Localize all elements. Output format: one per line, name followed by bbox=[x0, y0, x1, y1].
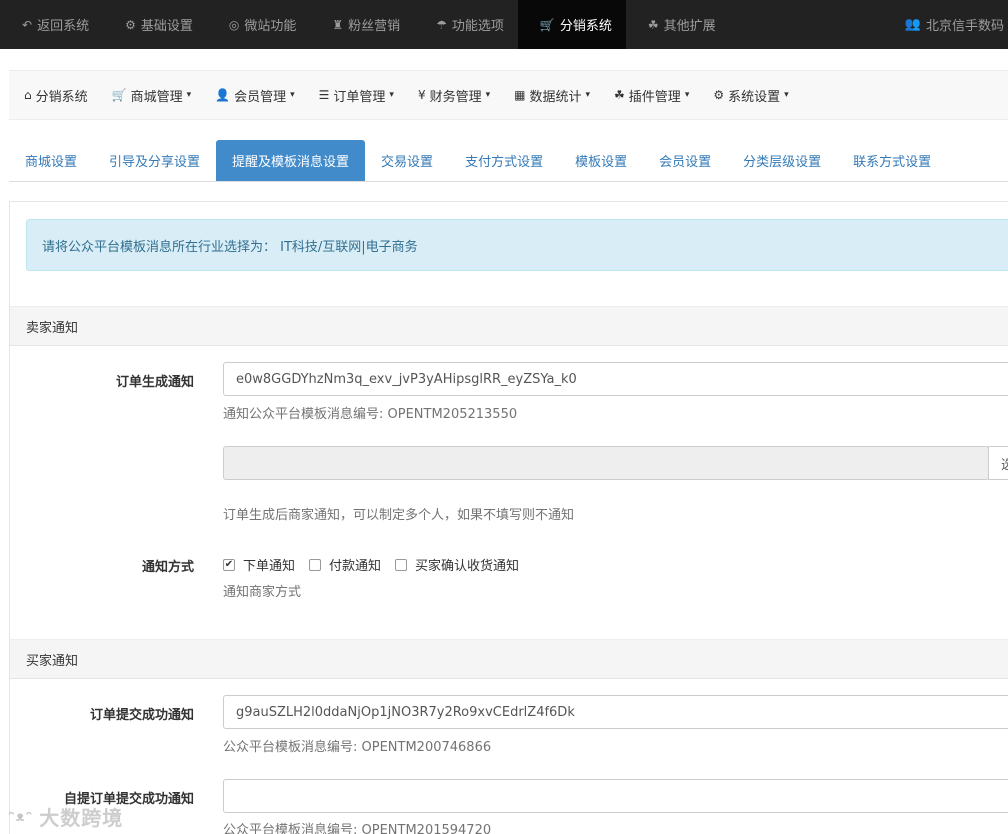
notify-method-label: 通知方式 bbox=[141, 560, 194, 575]
order-created-label: 订单生成通知 bbox=[115, 375, 194, 390]
back-icon: ↶ bbox=[22, 17, 33, 32]
topnav-other-extensions[interactable]: ☘ 其他扩展 bbox=[626, 0, 730, 49]
pickup-submitted-template-input[interactable] bbox=[223, 779, 1008, 813]
watermark-text: 大数跨境 bbox=[39, 806, 124, 830]
notify-payment-checkbox[interactable]: 付款通知 bbox=[309, 555, 381, 574]
watermark-logo-icon: ᵔᴥᵔ bbox=[8, 809, 34, 825]
topnav-distribution[interactable]: 🛒 分销系统 bbox=[517, 0, 626, 49]
mainnav-system-settings[interactable]: ⚙ 系统设置 ▾ bbox=[704, 70, 797, 120]
topnav-distribution-label: 分销系统 bbox=[559, 19, 612, 34]
notify-receipt-checkbox[interactable]: 买家确认收货通知 bbox=[395, 555, 519, 574]
order-submitted-help: 公众平台模板消息编号: OPENTM200746866 bbox=[223, 740, 492, 755]
topnav-function-options-label: 功能选项 bbox=[451, 19, 504, 34]
top-navbar: ↶ 返回系统 ⚙ 基础设置 ◎ 微站功能 ♜ 粉丝营销 ☂ 功能选项 🛒 分销系统 ☘ 其他扩… bbox=[0, 0, 1008, 49]
topnav-back[interactable]: ↶ 返回系统 bbox=[0, 0, 103, 49]
settings-tabs: 商城设置 引导及分享设置 提醒及模板消息设置 交易设置 支付方式设置 模板设置 … bbox=[9, 140, 1008, 182]
notify-order-checkbox[interactable]: ✔ 下单通知 bbox=[223, 555, 295, 574]
order-submitted-template-input[interactable]: g9auSZLH2l0ddaNjOp1jNO3R7y2Ro9xvCEdrlZ4f… bbox=[223, 695, 1008, 729]
chevron-down-icon: ▾ bbox=[485, 90, 491, 100]
mainnav-finance-management[interactable]: ¥ 财务管理 ▾ bbox=[409, 70, 499, 120]
mainnav-plugin-management-label: 插件管理 bbox=[628, 89, 681, 105]
topnav-fan-marketing[interactable]: ♜ 粉丝营销 bbox=[310, 0, 414, 49]
tab-category-level-settings[interactable]: 分类层级设置 bbox=[727, 140, 837, 181]
checkbox-checked[interactable]: ✔ bbox=[223, 558, 235, 571]
notify-payment-label: 付款通知 bbox=[329, 559, 382, 574]
tab-contact-settings[interactable]: 联系方式设置 bbox=[837, 140, 947, 181]
mainnav-order-management-label: 订单管理 bbox=[333, 89, 386, 105]
notify-receipt-label: 买家确认收货通知 bbox=[415, 559, 520, 574]
tab-member-settings[interactable]: 会员设置 bbox=[643, 140, 727, 181]
settings-panel: 请将公众平台模板消息所在行业选择为： IT科技/互联网|电子商务 卖家通知 订单… bbox=[9, 201, 1008, 834]
mainnav-finance-management-label: 财务管理 bbox=[429, 89, 482, 105]
gear-icon: ⚙ bbox=[125, 17, 136, 32]
mainnav-statistics[interactable]: ▦ 数据统计 ▾ bbox=[505, 70, 599, 120]
checkbox-unchecked[interactable] bbox=[309, 558, 322, 571]
mainnav-distribution[interactable]: ⌂ 分销系统 bbox=[15, 70, 97, 120]
topnav-basic-settings-label: 基础设置 bbox=[140, 19, 193, 34]
money-icon: ¥ bbox=[417, 88, 426, 102]
pickup-submitted-help: 公众平台模板消息编号: OPENTM201594720 bbox=[223, 823, 492, 834]
chevron-down-icon: ▾ bbox=[186, 90, 192, 100]
notify-order-label: 下单通知 bbox=[243, 559, 296, 574]
mainnav-system-settings-label: 系统设置 bbox=[728, 89, 781, 105]
cart-icon: 🛒 bbox=[111, 88, 127, 102]
notify-method-help: 通知商家方式 bbox=[223, 585, 302, 600]
tab-payment-settings[interactable]: 支付方式设置 bbox=[449, 140, 559, 181]
notify-method-options: ✔ 下单通知 付款通知 买家确认收货通知 bbox=[223, 555, 533, 574]
mainnav-mall-management-label: 商城管理 bbox=[130, 89, 183, 105]
topnav-micro-site-label: 微站功能 bbox=[244, 19, 297, 34]
chevron-down-icon: ▾ bbox=[784, 90, 789, 100]
user-icon: 👤 bbox=[215, 88, 231, 102]
order-submitted-label: 订单提交成功通知 bbox=[89, 708, 194, 723]
umbrella-icon: ☂ bbox=[436, 17, 447, 32]
mainnav-mall-management[interactable]: 🛒 商城管理 ▾ bbox=[103, 70, 201, 120]
mainnav-distribution-label: 分销系统 bbox=[35, 89, 88, 105]
checkbox-unchecked[interactable] bbox=[395, 558, 408, 571]
bar-chart-icon: ▦ bbox=[514, 88, 526, 102]
module-navbar: ⌂ 分销系统 🛒 商城管理 ▾ 👤 会员管理 ▾ ☰ 订单管理 ▾ ¥ 财务管理 ▾ ▦ 数据统计 ▾… bbox=[9, 70, 1008, 120]
tab-reminder-template-settings[interactable]: 提醒及模板消息设置 bbox=[216, 140, 366, 181]
tab-trade-settings[interactable]: 交易设置 bbox=[365, 140, 449, 181]
merchant-select-input[interactable] bbox=[223, 446, 989, 480]
buyer-section-heading: 买家通知 bbox=[10, 639, 1008, 679]
topnav-user[interactable]: 👥 北京信手数码 bbox=[905, 0, 1008, 49]
users-icon: 👥 bbox=[904, 17, 921, 32]
tab-mall-settings[interactable]: 商城设置 bbox=[9, 140, 93, 181]
gear-icon: ⚙ bbox=[713, 88, 725, 102]
chevron-down-icon: ▾ bbox=[389, 90, 394, 100]
topnav-basic-settings[interactable]: ⚙ 基础设置 bbox=[103, 0, 207, 49]
merchant-select-help: 订单生成后商家通知，可以制定多个人，如果不填写则不通知 bbox=[223, 508, 575, 523]
topnav-fan-marketing-label: 粉丝营销 bbox=[348, 19, 401, 34]
topnav-user-label: 北京信手数码 bbox=[925, 19, 1004, 34]
order-created-help: 通知公众平台模板消息编号: OPENTM205213550 bbox=[223, 407, 518, 422]
topnav-function-options[interactable]: ☂ 功能选项 bbox=[414, 0, 518, 49]
gift-icon: ♜ bbox=[332, 17, 344, 32]
merchant-select-button[interactable]: 选 bbox=[988, 446, 1008, 480]
order-created-template-input[interactable]: e0w8GGDYhzNm3q_exv_jvP3yAHipsglRR_eyZSYa… bbox=[223, 362, 1008, 396]
cubes-icon: ☘ bbox=[614, 88, 625, 102]
mainnav-plugin-management[interactable]: ☘ 插件管理 ▾ bbox=[605, 70, 698, 120]
watermark: ᵔᴥᵔ 大数跨境 bbox=[8, 802, 123, 831]
home-icon: ⌂ bbox=[24, 88, 32, 102]
file-icon: ☰ bbox=[318, 88, 330, 102]
topnav-other-extensions-label: 其他扩展 bbox=[663, 19, 716, 34]
mainnav-member-management[interactable]: 👤 会员管理 ▾ bbox=[206, 70, 304, 120]
lifebuoy-icon: ◎ bbox=[228, 17, 240, 32]
tab-template-settings[interactable]: 模板设置 bbox=[559, 140, 643, 181]
mainnav-member-management-label: 会员管理 bbox=[234, 89, 287, 105]
mainnav-order-management[interactable]: ☰ 订单管理 ▾ bbox=[310, 70, 403, 120]
chevron-down-icon: ▾ bbox=[290, 90, 295, 100]
cart-icon: 🛒 bbox=[539, 17, 555, 32]
cubes-icon: ☘ bbox=[647, 17, 659, 32]
industry-alert: 请将公众平台模板消息所在行业选择为： IT科技/互联网|电子商务 bbox=[26, 219, 1008, 271]
chevron-down-icon: ▾ bbox=[684, 90, 690, 100]
topnav-back-label: 返回系统 bbox=[37, 19, 90, 34]
mainnav-statistics-label: 数据统计 bbox=[529, 89, 582, 105]
seller-section-heading: 卖家通知 bbox=[10, 306, 1008, 346]
topnav-micro-site[interactable]: ◎ 微站功能 bbox=[207, 0, 311, 49]
chevron-down-icon: ▾ bbox=[585, 90, 591, 100]
tab-guide-share-settings[interactable]: 引导及分享设置 bbox=[93, 140, 216, 181]
